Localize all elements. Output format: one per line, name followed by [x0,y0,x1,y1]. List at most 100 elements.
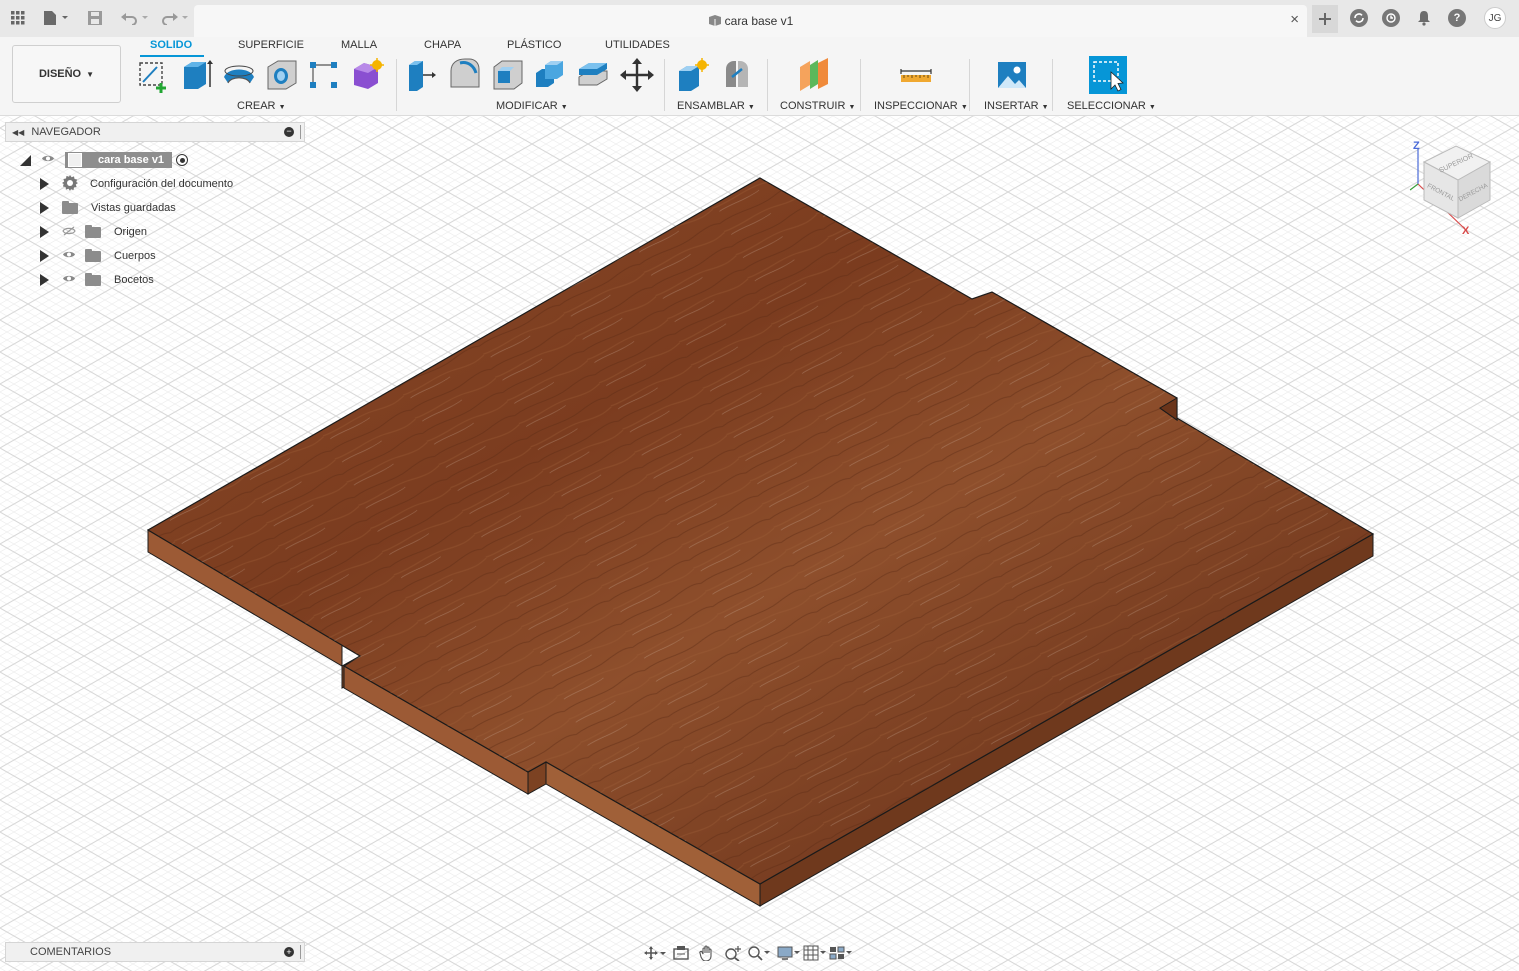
panel-grip-icon[interactable] [300,125,303,139]
help-icon[interactable]: ? [1448,9,1466,27]
tab-plastico[interactable]: PLÁSTICO [507,39,561,51]
browser-header: ◀◀ NAVEGADOR − [5,122,305,142]
tree-item-bocetos[interactable]: Bocetos [40,270,154,290]
add-comment-icon[interactable]: + [284,947,294,957]
select-icon[interactable] [1089,56,1127,94]
new-component-icon[interactable] [676,57,710,93]
new-tab-icon[interactable] [1312,5,1338,33]
close-tab-icon[interactable]: × [1290,11,1299,28]
group-inspeccionar[interactable]: INSPECCIONAR ▼ [874,100,968,112]
hole-icon[interactable] [265,57,299,93]
tree-item-cuerpos[interactable]: Cuerpos [40,246,156,266]
chevron-down-icon: ▼ [86,69,95,79]
folder-icon [85,248,101,262]
joint-icon[interactable] [720,57,754,93]
panel-grip-icon[interactable] [300,945,303,959]
tab-utilidades[interactable]: UTILIDADES [605,39,670,51]
minimize-panel-icon[interactable]: − [284,127,294,137]
hidden-eye-icon[interactable] [62,226,76,239]
create-form-icon[interactable] [350,57,384,93]
group-insertar[interactable]: INSERTAR ▼ [984,100,1049,112]
expand-triangle-icon[interactable] [40,274,49,286]
undo-icon[interactable] [118,9,152,27]
expand-triangle-icon[interactable] [40,250,49,262]
tree-item-label: Configuración del documento [90,178,234,190]
root-component[interactable]: cara base v1 [65,152,173,168]
notifications-icon[interactable] [1415,9,1433,27]
viewports-icon[interactable] [828,943,854,963]
collapse-panel-icon[interactable]: ◀◀ [12,128,24,137]
revolve-icon[interactable] [222,57,256,93]
toolbar-divider [1052,59,1053,111]
ribbon-toolbar: DISEÑO ▼ SOLIDO SUPERFICIE MALLA CHAPA P… [0,37,1519,116]
chevron-down-icon: ▼ [560,104,568,111]
workspace-switcher[interactable]: DISEÑO ▼ [12,45,121,103]
group-seleccionar[interactable]: SELECCIONAR ▼ [1067,100,1156,112]
orbit-icon[interactable] [642,943,668,963]
extrude-icon[interactable] [180,57,214,93]
insert-image-icon[interactable] [995,57,1029,93]
model-canvas[interactable] [0,116,1519,971]
tree-root[interactable]: cara base v1 [20,150,189,170]
measure-icon[interactable] [899,57,933,93]
tree-item-label: Vistas guardadas [91,202,176,214]
user-avatar[interactable]: JG [1484,7,1506,29]
tree-item-configuracion[interactable]: Configuración del documento [40,174,233,194]
fillet-icon[interactable] [448,57,482,93]
visibility-eye-icon[interactable] [41,154,55,166]
tree-item-origen[interactable]: Origen [40,222,147,242]
visibility-eye-icon[interactable] [62,250,76,262]
apps-grid-icon[interactable] [9,9,27,27]
activate-radio-icon[interactable] [176,154,189,166]
group-ensamblar[interactable]: ENSAMBLAR ▼ [677,100,755,112]
component-icon [68,153,82,167]
toolbar-divider [767,59,768,111]
comments-panel[interactable]: COMENTARIOS + [5,942,305,962]
expand-triangle-icon[interactable] [40,226,49,238]
fit-icon[interactable] [746,943,772,963]
collapse-triangle-icon[interactable] [20,154,31,166]
group-construir[interactable]: CONSTRUIR ▼ [780,100,855,112]
document-tab[interactable]: cara base v1 × [194,5,1307,37]
look-at-icon[interactable] [668,943,694,963]
visibility-eye-icon[interactable] [62,274,76,286]
offset-plane-icon[interactable] [797,57,831,93]
expand-triangle-icon[interactable] [40,178,49,190]
pan-icon[interactable] [694,943,720,963]
group-crear[interactable]: CREAR ▼ [237,100,286,112]
move-icon[interactable] [620,57,654,93]
combine-icon[interactable] [533,57,567,93]
group-modificar-label: MODIFICAR [496,100,558,112]
folder-icon [85,224,101,238]
rectangular-pattern-icon[interactable] [307,57,341,93]
browser-panel: ◀◀ NAVEGADOR − cara base v1 Configuració… [5,122,305,286]
folder-icon [62,200,78,214]
folder-icon [85,272,101,286]
browser-title: NAVEGADOR [31,126,101,138]
chevron-down-icon: ▼ [960,104,968,111]
tab-solido[interactable]: SOLIDO [150,39,192,51]
history-icon[interactable] [1382,9,1400,27]
group-inspeccionar-label: INSPECCIONAR [874,100,958,112]
view-cube[interactable]: SUPERIOR FRONTAL DERECHA Z X [1409,138,1502,238]
tab-chapa[interactable]: CHAPA [424,39,461,51]
press-pull-icon[interactable] [405,57,439,93]
jobs-status-icon[interactable] [1350,9,1368,27]
create-sketch-icon[interactable] [137,57,171,93]
redo-icon[interactable] [158,9,192,27]
grid-settings-icon[interactable] [802,943,828,963]
canvas-viewport[interactable]: SUPERIOR FRONTAL DERECHA Z X [0,116,1519,971]
file-menu-icon[interactable] [40,9,72,27]
group-modificar[interactable]: MODIFICAR ▼ [496,100,568,112]
zoom-icon[interactable] [720,943,746,963]
tree-item-label: Bocetos [114,274,154,286]
expand-triangle-icon[interactable] [40,202,49,214]
shell-icon[interactable] [491,57,525,93]
tree-item-vistas[interactable]: Vistas guardadas [40,198,176,218]
tab-superficie[interactable]: SUPERFICIE [238,39,304,51]
tab-malla[interactable]: MALLA [341,39,377,51]
display-settings-icon[interactable] [776,943,802,963]
group-insertar-label: INSERTAR [984,100,1039,112]
offset-face-icon[interactable] [576,57,610,93]
save-icon[interactable] [86,9,104,27]
